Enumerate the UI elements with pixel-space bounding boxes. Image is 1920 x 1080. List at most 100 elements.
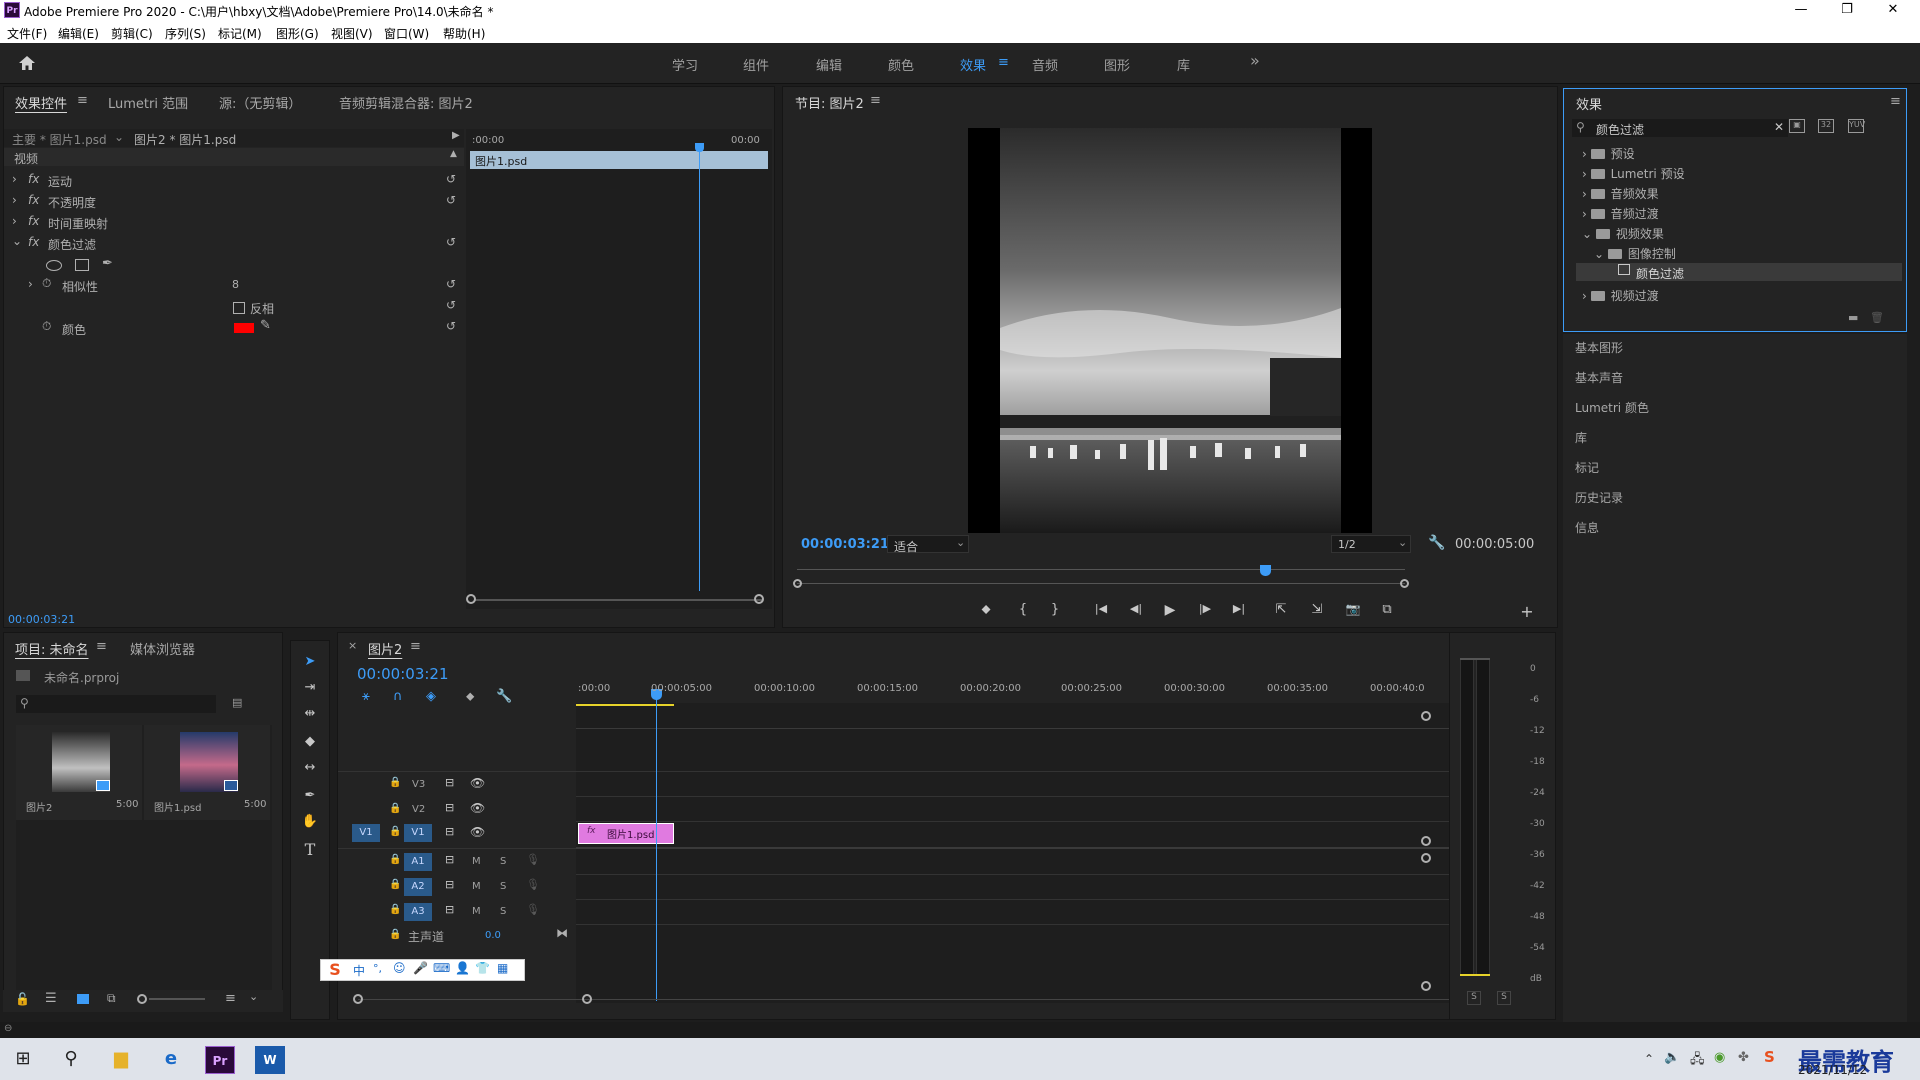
track-label-v1[interactable]: V1 [404, 824, 432, 842]
panel-markers[interactable]: 标记 [1575, 459, 1599, 476]
program-monitor-title[interactable]: 节目: 图片2 [795, 93, 864, 112]
wrench-icon[interactable]: 🔧 [496, 689, 512, 704]
ime-chinese-mode[interactable]: 中 [353, 962, 365, 979]
track-label-a3[interactable]: A3 [404, 903, 432, 921]
sync-lock-icon[interactable]: ⊟ [445, 903, 454, 916]
solo-button[interactable]: S [500, 856, 506, 867]
solo-button[interactable]: S [500, 881, 506, 892]
ime-skin-icon[interactable]: 👕 [475, 961, 490, 975]
go-to-in-button[interactable]: |◀ [1090, 602, 1112, 622]
track-label-a2[interactable]: A2 [404, 878, 432, 896]
mute-button[interactable]: M [472, 906, 481, 917]
zoom-handle-left[interactable] [466, 594, 476, 604]
rectangle-mask-icon[interactable] [75, 259, 89, 271]
vertical-zoom-handle[interactable] [1421, 981, 1431, 991]
tab-project[interactable]: 项目: 未命名 [15, 639, 89, 658]
program-timecode[interactable]: 00:00:03:21 [801, 537, 889, 552]
go-to-out-button[interactable]: ▶| [1228, 602, 1250, 622]
panel-info[interactable]: 信息 [1575, 519, 1599, 536]
clear-search-icon[interactable]: ✕ [1774, 120, 1784, 134]
trash-icon[interactable]: 🗑 [1870, 311, 1884, 324]
snap-icon[interactable]: ∩ [393, 689, 403, 704]
ime-keyboard-icon[interactable]: ⌨ [433, 961, 450, 975]
chevron-down-icon[interactable]: ⌄ [249, 990, 258, 1003]
compare-view-button[interactable]: ⧉ [1376, 602, 1398, 622]
tree-item-color-filter[interactable]: 颜色过滤 [1576, 263, 1902, 281]
tree-item-image-control[interactable]: ⌄ 图像控制 [1594, 245, 1676, 262]
sync-lock-icon[interactable]: ⊟ [445, 825, 454, 838]
network-icon[interactable]: 🖧 [1690, 1050, 1705, 1072]
program-monitor-menu-icon[interactable]: ≡ [870, 93, 881, 108]
eye-icon[interactable]: 👁 [470, 825, 485, 839]
project-menu-icon[interactable]: ≡ [96, 639, 107, 654]
export-frame-button[interactable]: 📷 [1342, 602, 1364, 622]
fx-icon[interactable]: fx [28, 235, 39, 249]
ellipse-mask-icon[interactable] [46, 260, 62, 271]
play-button[interactable]: ▶ [1159, 602, 1181, 622]
track-label-a1[interactable]: A1 [404, 853, 432, 871]
fx-icon[interactable]: fx [28, 172, 39, 186]
mic-icon[interactable]: 🎙 [526, 903, 540, 916]
reset-icon[interactable]: ↺ [446, 277, 458, 291]
panel-essential-graphics[interactable]: 基本图形 [1575, 339, 1623, 356]
panel-libraries[interactable]: 库 [1575, 429, 1587, 446]
source-track-v1[interactable]: V1 [352, 824, 380, 842]
menu-sequence[interactable]: 序列(S) [165, 25, 206, 42]
menu-view[interactable]: 视图(V) [331, 25, 373, 42]
pen-tool-icon[interactable]: ✒ [301, 787, 319, 805]
lock-icon[interactable]: 🔓 [15, 992, 30, 1006]
master-clip-label[interactable]: 主要 * 图片1.psd [12, 131, 107, 148]
menu-clip[interactable]: 剪辑(C) [111, 25, 153, 42]
eye-icon[interactable]: 👁 [470, 801, 485, 815]
chevron-right-icon[interactable]: › [12, 193, 17, 207]
resolution-dropdown[interactable]: 1/2 ⌄ [1331, 535, 1411, 553]
workspace-tab-color[interactable]: 颜色 [888, 55, 914, 74]
scrub-handle-right[interactable] [1400, 579, 1409, 588]
go-to-end-icon[interactable]: ⧓ [556, 926, 568, 940]
tray-app-icon[interactable]: ◉ [1714, 1050, 1725, 1065]
panel-lumetri-color[interactable]: Lumetri 颜色 [1575, 399, 1649, 416]
workspace-tab-graphics[interactable]: 图形 [1104, 55, 1130, 74]
vertical-zoom-handle[interactable] [1421, 711, 1431, 721]
add-marker-button[interactable]: ⬥ [975, 602, 997, 622]
effects-panel-menu-icon[interactable]: ≡ [1890, 94, 1901, 109]
ime-user-icon[interactable]: 👤 [455, 961, 470, 975]
lock-icon[interactable]: 🔒 [389, 803, 401, 814]
horizontal-zoom-handle[interactable] [582, 994, 592, 1004]
lock-icon[interactable]: 🔒 [389, 879, 401, 890]
new-bin-icon[interactable]: ▬ [1848, 311, 1858, 324]
collapse-arrow-icon[interactable]: ▲ [450, 149, 457, 159]
tree-item-presets[interactable]: › 预设 [1582, 145, 1635, 162]
menu-edit[interactable]: 编辑(E) [58, 25, 99, 42]
fit-dropdown[interactable]: 适合 ⌄ [887, 535, 969, 554]
workspace-tab-assembly[interactable]: 组件 [743, 55, 769, 74]
workspace-tab-libraries[interactable]: 库 [1177, 55, 1190, 74]
tree-item-audio-transitions[interactable]: › 音频过渡 [1582, 205, 1659, 222]
chevron-down-icon[interactable]: ⌄ [12, 234, 22, 248]
mute-button[interactable]: M [472, 881, 481, 892]
mute-button[interactable]: M [472, 856, 481, 867]
stopwatch-icon[interactable]: ⏱ [42, 276, 51, 291]
lock-icon[interactable]: 🔒 [389, 826, 401, 837]
extract-button[interactable]: ⇲ [1306, 602, 1328, 622]
word-taskbar-icon[interactable]: W [255, 1046, 285, 1074]
list-view-icon[interactable]: ☰ [45, 991, 57, 1006]
sort-icon[interactable]: ≡ [225, 991, 236, 1006]
workspace-tab-audio[interactable]: 音频 [1032, 55, 1058, 74]
panel-history[interactable]: 历史记录 [1575, 489, 1623, 506]
color-swatch[interactable] [234, 323, 254, 333]
track-select-tool-icon[interactable]: ⇥ [301, 679, 319, 697]
tree-item-video-transitions[interactable]: › 视频过渡 [1582, 287, 1659, 304]
sogou-logo-icon[interactable]: S [323, 960, 347, 980]
icon-view-icon[interactable] [77, 994, 89, 1004]
step-back-button[interactable]: ◀| [1125, 602, 1147, 622]
premiere-taskbar-icon[interactable]: Pr [205, 1046, 235, 1074]
solo-button[interactable]: S [500, 906, 506, 917]
stopwatch-icon[interactable]: ⏱ [42, 319, 51, 334]
ripple-edit-tool-icon[interactable]: ⇹ [301, 705, 319, 723]
nest-toggle-icon[interactable]: ⚹ [362, 689, 370, 704]
linked-selection-icon[interactable]: ◈ [426, 689, 436, 704]
workspace-tab-editing[interactable]: 编辑 [816, 55, 842, 74]
project-search-input[interactable]: ⚲ [16, 695, 216, 713]
vertical-zoom-handle[interactable] [1421, 836, 1431, 846]
